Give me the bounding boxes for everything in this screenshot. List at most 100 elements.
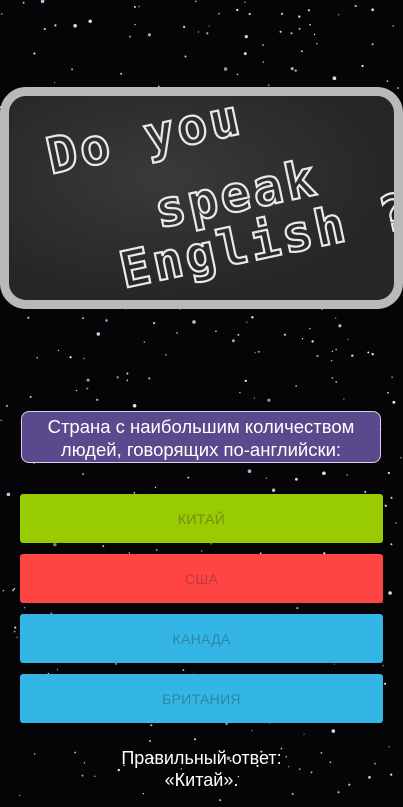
star: [219, 799, 222, 802]
star: [243, 52, 247, 56]
star: [71, 68, 74, 71]
star: [313, 33, 316, 36]
star: [231, 339, 235, 343]
star: [69, 356, 72, 359]
star: [0, 419, 3, 422]
star: [367, 351, 370, 354]
question-line-1: Страна с наибольшим количеством: [47, 416, 355, 437]
star: [364, 490, 367, 493]
star: [331, 350, 334, 353]
star: [382, 664, 384, 667]
question-box: Страна с наибольшим количеством людей, г…: [21, 411, 381, 463]
star: [371, 43, 374, 46]
star: [271, 488, 276, 492]
answer-label: США: [184, 570, 219, 587]
star: [36, 356, 38, 359]
star: [187, 476, 190, 479]
star: [371, 353, 374, 356]
star: [346, 474, 348, 476]
star: [155, 549, 158, 551]
star: [248, 12, 251, 16]
star: [193, 738, 197, 741]
star: [301, 338, 304, 340]
star: [331, 376, 334, 379]
star: [251, 316, 254, 319]
star: [262, 44, 264, 46]
star: [182, 25, 186, 29]
answer-button-usa[interactable]: США: [20, 554, 383, 603]
star: [150, 724, 153, 727]
star: [176, 332, 178, 334]
star: [33, 52, 36, 55]
star: [75, 389, 78, 392]
star: [82, 473, 85, 476]
star: [102, 545, 105, 548]
star: [236, 8, 239, 12]
star: [303, 733, 305, 735]
star: [23, 606, 26, 609]
star: [184, 55, 187, 58]
star: [149, 740, 151, 742]
star: [295, 385, 297, 387]
star: [338, 14, 340, 16]
star: [164, 353, 167, 356]
star: [309, 327, 311, 330]
answer-button-canada[interactable]: КАНАДА: [20, 614, 383, 663]
answer-button-britain[interactable]: БРИТАНИЯ: [20, 674, 383, 723]
star: [265, 477, 267, 479]
star: [387, 391, 389, 394]
star: [126, 379, 129, 382]
answer-label: КАНАДА: [172, 630, 231, 647]
star: [237, 333, 240, 336]
star: [400, 457, 402, 459]
star: [396, 87, 400, 90]
star: [296, 607, 299, 610]
star: [134, 23, 136, 26]
chalk-lettering: Do you speak English ?: [40, 96, 394, 300]
star: [19, 794, 21, 797]
star: [129, 35, 132, 38]
star: [132, 404, 137, 408]
question-line-2: людей, говорящих по-английски:: [60, 439, 342, 460]
star: [43, 27, 46, 31]
star: [133, 6, 136, 8]
answer-label: КИТАЙ: [177, 510, 226, 527]
star: [88, 19, 92, 24]
star: [53, 82, 56, 84]
star: [96, 398, 99, 401]
star: [257, 350, 260, 353]
star: [6, 492, 11, 497]
star: [335, 380, 338, 383]
star: [82, 317, 84, 319]
star: [40, 0, 45, 3]
star: [386, 80, 389, 82]
star: [290, 32, 293, 35]
star: [309, 23, 311, 26]
star: [316, 42, 318, 45]
star: [5, 404, 9, 408]
star: [354, 4, 357, 8]
star: [322, 471, 326, 476]
star: [333, 663, 336, 666]
chalkboard-banner: Do you speak English ?: [0, 87, 403, 309]
star: [384, 682, 387, 685]
star: [148, 377, 151, 380]
star: [298, 27, 301, 30]
correct-answer-text: Правильный ответ: «Китай».: [0, 747, 403, 791]
star: [22, 1, 25, 4]
answer-button-china[interactable]: КИТАЙ: [20, 494, 383, 543]
star: [253, 397, 256, 399]
star: [330, 359, 333, 362]
result-line-1: Правильный ответ:: [121, 748, 282, 768]
star: [147, 33, 151, 37]
star: [29, 396, 32, 398]
star: [86, 378, 90, 382]
star: [13, 587, 16, 590]
result-line-2: «Китай».: [164, 770, 239, 790]
star: [208, 25, 210, 27]
star: [307, 9, 311, 12]
star: [197, 31, 200, 33]
star: [83, 357, 85, 360]
star: [143, 341, 145, 343]
star: [388, 591, 392, 595]
